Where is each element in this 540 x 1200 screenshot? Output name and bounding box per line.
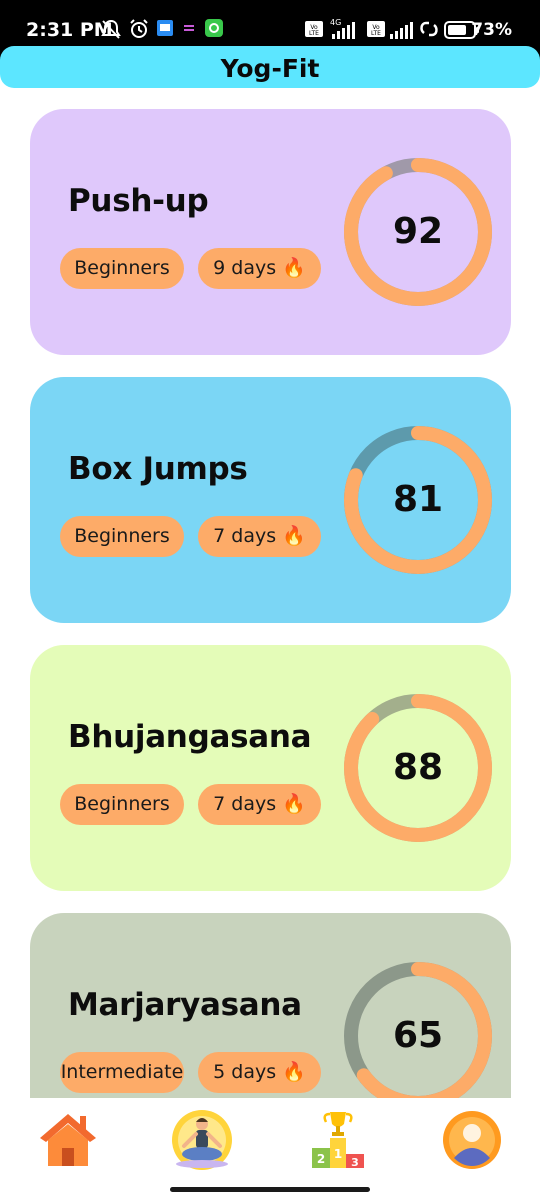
sync-notification-icon <box>184 25 194 31</box>
muted-alarm-icon <box>101 19 121 39</box>
volte-2-icon: Vo LTE <box>367 21 385 37</box>
level-chip: Beginners <box>60 248 184 289</box>
app-title: Yog-Fit <box>220 54 320 83</box>
level-chip: Beginners <box>60 784 184 825</box>
svg-text:LTE: LTE <box>309 30 319 37</box>
profile-avatar-icon[interactable] <box>440 1108 504 1172</box>
svg-text:3: 3 <box>351 1156 359 1169</box>
exercise-name: Marjaryasana <box>68 987 302 1023</box>
volte-1-icon: Vo LTE <box>305 21 323 37</box>
svg-text:LTE: LTE <box>371 30 381 37</box>
level-chip: Intermediate <box>60 1052 184 1093</box>
svg-text:4G: 4G <box>330 18 341 27</box>
yoga-meditation-icon[interactable] <box>170 1108 234 1172</box>
exercise-name: Box Jumps <box>68 451 248 487</box>
exercise-list[interactable]: Push-up Beginners 9 days 🔥 92 Box Jumps … <box>0 88 540 1098</box>
app-notification-icon <box>157 20 173 36</box>
exercise-name: Push-up <box>68 183 209 219</box>
streak-chip: 9 days 🔥 <box>198 248 321 289</box>
score-value: 65 <box>392 1015 444 1056</box>
hotspot-link-icon <box>420 21 438 37</box>
svg-text:1: 1 <box>334 1147 342 1161</box>
score-value: 92 <box>392 211 444 252</box>
streak-chip: 7 days 🔥 <box>198 516 321 557</box>
exercise-name: Bhujangasana <box>68 719 312 755</box>
streak-chip: 7 days 🔥 <box>198 784 321 825</box>
exercise-card[interactable]: Push-up Beginners 9 days 🔥 92 <box>30 109 511 355</box>
home-icon[interactable] <box>36 1108 100 1172</box>
leaderboard-podium-icon[interactable]: 1 2 3 <box>306 1108 370 1172</box>
exercise-card[interactable]: Bhujangasana Beginners 7 days 🔥 88 <box>30 645 511 891</box>
alarm-clock-icon <box>130 19 148 38</box>
app-header: Yog-Fit <box>0 46 540 88</box>
level-chip: Beginners <box>60 516 184 557</box>
app-screen: 2:31 PM Vo LTE 4G Vo LTE 73% Yog-Fit Pus… <box>0 0 540 1200</box>
svg-text:2: 2 <box>317 1152 325 1166</box>
chat-app-icon <box>205 19 223 37</box>
bottom-nav: 1 2 3 <box>0 1098 540 1200</box>
score-value: 88 <box>392 747 444 788</box>
home-indicator <box>170 1187 370 1192</box>
exercise-card[interactable]: Box Jumps Beginners 7 days 🔥 81 <box>30 377 511 623</box>
exercise-card[interactable]: Marjaryasana Intermediate 5 days 🔥 65 <box>30 913 511 1098</box>
streak-chip: 5 days 🔥 <box>198 1052 321 1093</box>
score-value: 81 <box>392 479 444 520</box>
signal-4g-icon: 4G <box>330 18 355 39</box>
battery-percent: 73% <box>471 20 512 40</box>
signal-bars-icon <box>390 22 413 39</box>
